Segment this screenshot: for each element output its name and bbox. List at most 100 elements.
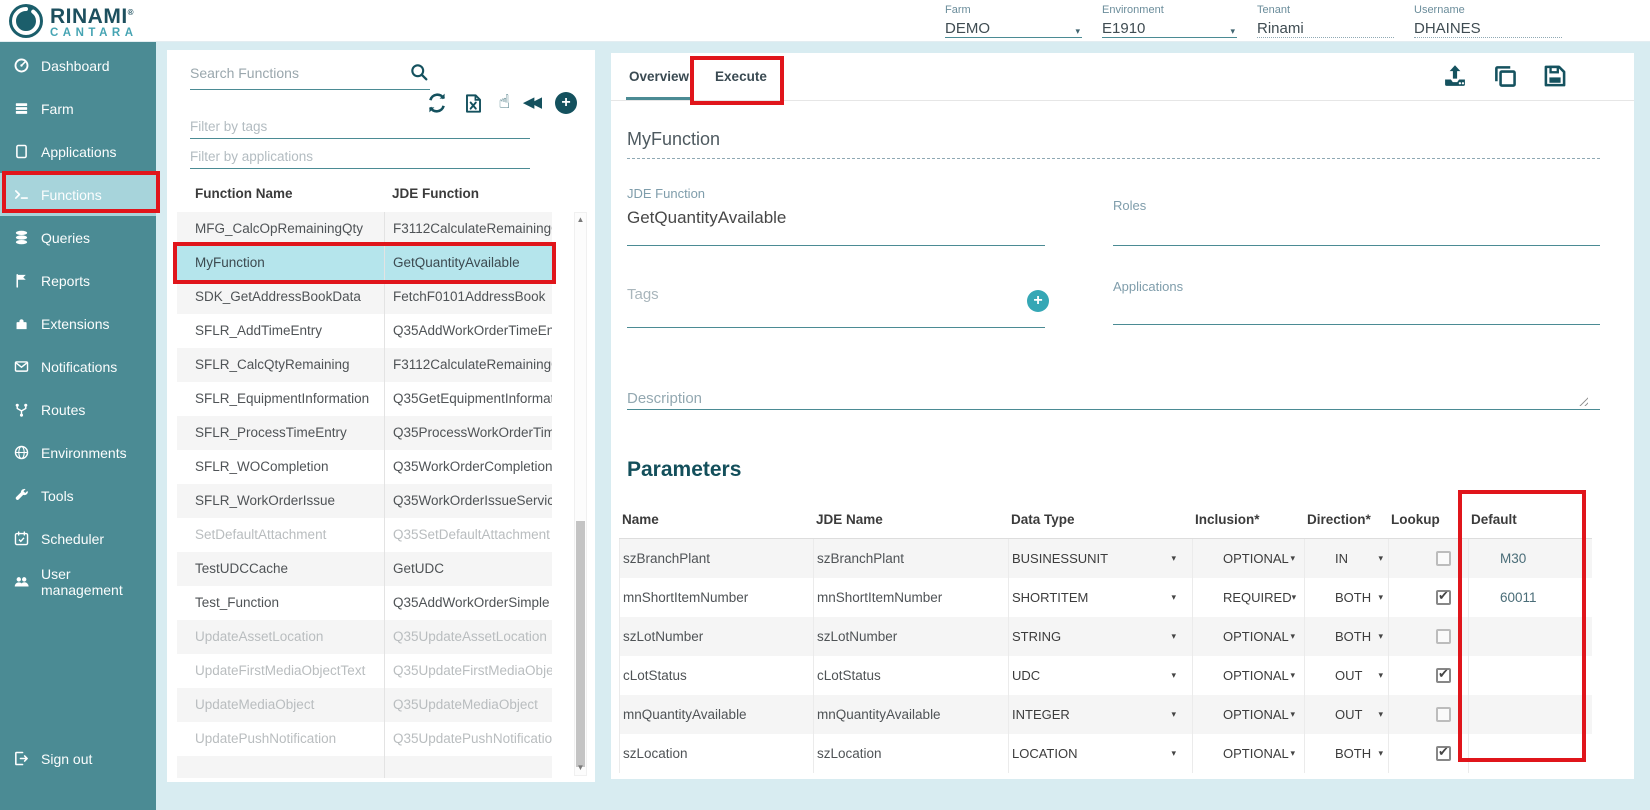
function-row-mfg-calcopremainingqty[interactable]: MFG_CalcOpRemainingQty F3112CalculateRem… bbox=[177, 212, 552, 246]
sidebar-item-farm[interactable]: Farm bbox=[0, 87, 156, 130]
function-row-sflr-equipmentinformation[interactable]: SFLR_EquipmentInformation Q35GetEquipmen… bbox=[177, 382, 552, 416]
function-row-sflr-addtimeentry[interactable]: SFLR_AddTimeEntry Q35AddWorkOrderTimeEnt… bbox=[177, 314, 552, 348]
function-row-sflr-processtimeentry[interactable]: SFLR_ProcessTimeEntry Q35ProcessWorkOrde… bbox=[177, 416, 552, 450]
field-value[interactable]: DEMO bbox=[945, 20, 990, 37]
lookup-checkbox[interactable] bbox=[1436, 590, 1451, 605]
scrollbar-thumb[interactable] bbox=[576, 521, 585, 767]
filter-applications-input[interactable] bbox=[190, 144, 530, 168]
scroll-up-icon[interactable]: ▲ bbox=[575, 214, 586, 226]
data-type-select[interactable]: UDC▾ bbox=[1008, 656, 1192, 695]
direction-select[interactable]: BOTH▾ bbox=[1304, 734, 1388, 773]
inclusion-select[interactable]: OPTIONAL▾ bbox=[1192, 617, 1304, 656]
roles-field[interactable]: Roles bbox=[1113, 198, 1600, 246]
direction-select[interactable]: BOTH▾ bbox=[1304, 617, 1388, 656]
lookup-checkbox[interactable] bbox=[1436, 707, 1451, 722]
field-value[interactable]: E1910 bbox=[1102, 20, 1145, 37]
field-value[interactable]: DHAINES bbox=[1414, 20, 1481, 37]
function-name-input[interactable] bbox=[627, 123, 1600, 155]
default-value[interactable] bbox=[1468, 734, 1592, 773]
data-type-select[interactable]: INTEGER▾ bbox=[1008, 695, 1192, 734]
function-row-updatefirstmediaobjecttext[interactable]: UpdateFirstMediaObjectText Q35UpdateFirs… bbox=[177, 654, 552, 688]
inclusion-select[interactable]: OPTIONAL▾ bbox=[1192, 539, 1304, 578]
logo-icon bbox=[8, 3, 44, 39]
function-row-myfunction[interactable]: MyFunction GetQuantityAvailable bbox=[177, 246, 552, 280]
refresh-icon[interactable] bbox=[425, 91, 449, 115]
dashboard-icon bbox=[13, 57, 30, 74]
data-type-select[interactable]: SHORTITEM▾ bbox=[1008, 578, 1192, 617]
function-row-sdk-getaddressbookdata[interactable]: SDK_GetAddressBookData FetchF0101Address… bbox=[177, 280, 552, 314]
direction-select[interactable]: OUT▾ bbox=[1304, 656, 1388, 695]
inclusion-select[interactable]: OPTIONAL▾ bbox=[1192, 734, 1304, 773]
lookup-checkbox[interactable] bbox=[1436, 668, 1451, 683]
filter-tags-input[interactable] bbox=[190, 114, 530, 138]
default-value[interactable] bbox=[1468, 656, 1592, 695]
lookup-checkbox[interactable] bbox=[1436, 551, 1451, 566]
excel-export-icon[interactable] bbox=[462, 92, 485, 115]
function-row[interactable] bbox=[177, 756, 552, 778]
default-value[interactable]: 60011 bbox=[1468, 578, 1592, 617]
resize-handle[interactable] bbox=[1577, 395, 1588, 406]
function-row-sflr-wocompletion[interactable]: SFLR_WOCompletion Q35WorkOrderCompletion… bbox=[177, 450, 552, 484]
function-row-updatemediaobject[interactable]: UpdateMediaObject Q35UpdateMediaObject bbox=[177, 688, 552, 722]
function-row-test-function[interactable]: Test_Function Q35AddWorkOrderSimple bbox=[177, 586, 552, 620]
sidebar-item-functions[interactable]: Functions bbox=[0, 173, 156, 216]
copy-icon[interactable] bbox=[1491, 62, 1519, 90]
sidebar-item-routes[interactable]: Routes bbox=[0, 388, 156, 431]
default-value[interactable]: M30 bbox=[1468, 539, 1592, 578]
hand-pointer-icon[interactable]: ☝ bbox=[498, 91, 510, 115]
direction-select[interactable]: BOTH▾ bbox=[1304, 578, 1388, 617]
sidebar-item-extensions[interactable]: Extensions bbox=[0, 302, 156, 345]
data-type-select[interactable]: LOCATION▾ bbox=[1008, 734, 1192, 773]
sidebar-item-reports[interactable]: Reports bbox=[0, 259, 156, 302]
direction-select[interactable]: IN▾ bbox=[1304, 539, 1388, 578]
function-row-testudccache[interactable]: TestUDCCache GetUDC bbox=[177, 552, 552, 586]
scroll-down-icon[interactable]: ▼ bbox=[575, 762, 586, 774]
search-icon[interactable] bbox=[409, 62, 430, 83]
description-input[interactable] bbox=[627, 390, 1551, 407]
inclusion-select[interactable]: REQUIRED▾ bbox=[1192, 578, 1304, 617]
function-name-field bbox=[627, 123, 1600, 159]
data-type-select[interactable]: BUSINESSUNIT▾ bbox=[1008, 539, 1192, 578]
signout-icon bbox=[13, 750, 30, 767]
param-jde-name: cLotStatus bbox=[813, 656, 1008, 695]
rewind-icon[interactable]: ◀◀ bbox=[523, 91, 542, 115]
inclusion-select[interactable]: OPTIONAL▾ bbox=[1192, 656, 1304, 695]
direction-select[interactable]: OUT▾ bbox=[1304, 695, 1388, 734]
function-row-updateassetlocation[interactable]: UpdateAssetLocation Q35UpdateAssetLocati… bbox=[177, 620, 552, 654]
sidebar-item-sign-out[interactable]: Sign out bbox=[0, 737, 156, 780]
lookup-checkbox[interactable] bbox=[1436, 629, 1451, 644]
lookup-checkbox[interactable] bbox=[1436, 746, 1451, 761]
function-row-setdefaultattachment[interactable]: SetDefaultAttachment Q35SetDefaultAttach… bbox=[177, 518, 552, 552]
sidebar-item-dashboard[interactable]: Dashboard bbox=[0, 44, 156, 87]
field-value[interactable]: Rinami bbox=[1257, 20, 1304, 37]
default-value[interactable] bbox=[1468, 695, 1592, 734]
tags-input[interactable] bbox=[627, 286, 995, 303]
save-icon[interactable] bbox=[1541, 62, 1569, 90]
tab-overview[interactable]: Overview bbox=[629, 53, 689, 101]
function-row-sflr-calcqtyremaining[interactable]: SFLR_CalcQtyRemaining F3112CalculateRema… bbox=[177, 348, 552, 382]
sidebar-item-environments[interactable]: Environments bbox=[0, 431, 156, 474]
sidebar-item-notifications[interactable]: Notifications bbox=[0, 345, 156, 388]
add-function-icon[interactable]: + bbox=[555, 92, 577, 114]
sidebar-item-queries[interactable]: Queries bbox=[0, 216, 156, 259]
applications-field[interactable]: Applications bbox=[1113, 279, 1600, 325]
inclusion-select[interactable]: OPTIONAL▾ bbox=[1192, 695, 1304, 734]
param-jde-name: szLocation bbox=[813, 734, 1008, 773]
jde-function-input[interactable] bbox=[627, 208, 1045, 228]
upload-icon[interactable] bbox=[1441, 62, 1469, 90]
chevron-down-icon: ▾ bbox=[1171, 670, 1176, 681]
tab-execute[interactable]: Execute bbox=[715, 53, 767, 101]
data-type-select[interactable]: STRING▾ bbox=[1008, 617, 1192, 656]
add-tag-icon[interactable]: + bbox=[1027, 290, 1049, 312]
column-header: JDE Function bbox=[384, 186, 552, 201]
search-input[interactable] bbox=[190, 60, 395, 86]
default-value[interactable] bbox=[1468, 617, 1592, 656]
function-row-updatepushnotification[interactable]: UpdatePushNotification Q35UpdatePushNoti… bbox=[177, 722, 552, 756]
function-row-sflr-workorderissue[interactable]: SFLR_WorkOrderIssue Q35WorkOrderIssueSer… bbox=[177, 484, 552, 518]
function-list-scrollbar[interactable]: ▲ ▼ bbox=[574, 212, 587, 776]
sidebar-item-scheduler[interactable]: Scheduler bbox=[0, 517, 156, 560]
sidebar-item-applications[interactable]: Applications bbox=[0, 130, 156, 173]
sidebar-item-tools[interactable]: Tools bbox=[0, 474, 156, 517]
sidebar-item-user-management[interactable]: User management bbox=[0, 560, 156, 603]
function-list-panel: ☝ ◀◀ + Function NameJDE Function MFG_Cal… bbox=[167, 50, 595, 782]
